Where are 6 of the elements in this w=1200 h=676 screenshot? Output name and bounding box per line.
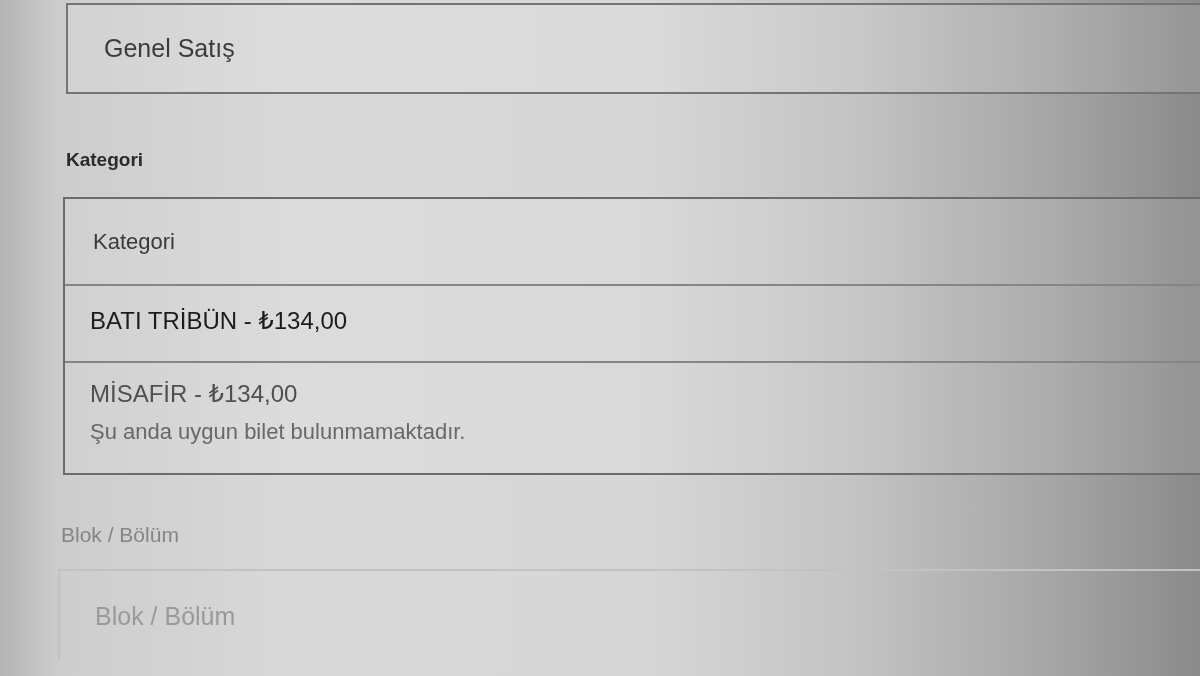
- category-select[interactable]: Kategori: [65, 199, 1200, 284]
- dropdown-option[interactable]: BATI TRİBÜN - ₺134,00: [65, 284, 1200, 361]
- availability-note: Şu anda uygun bilet bulunmamaktadır.: [90, 418, 466, 446]
- ticket-type-select[interactable]: Genel Satış: [66, 3, 1200, 94]
- field-label: Blok / Bölüm: [61, 523, 179, 547]
- field-label: Kategori: [66, 148, 144, 172]
